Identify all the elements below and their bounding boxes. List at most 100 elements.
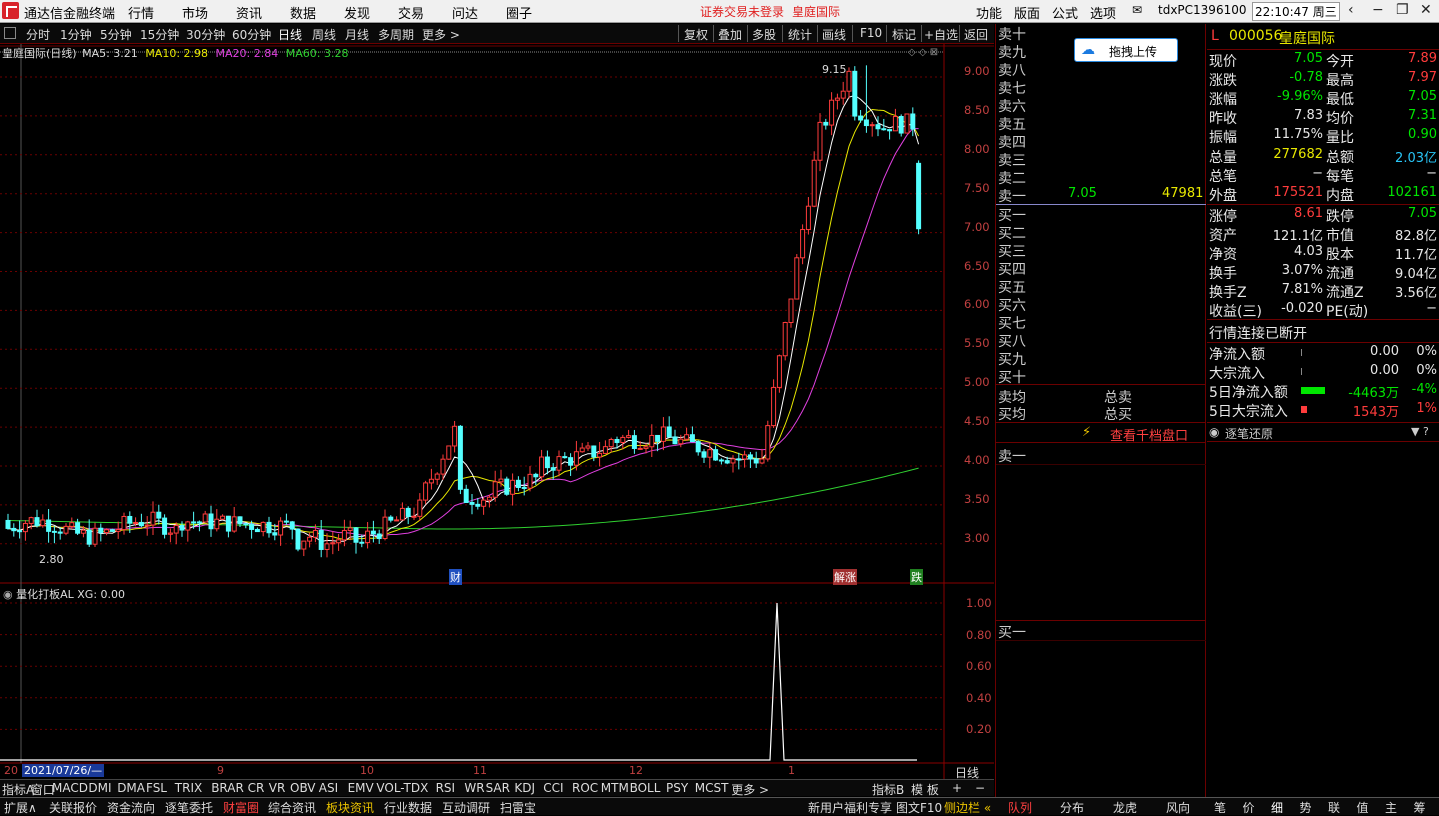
restore-icon[interactable]: ❐ bbox=[1396, 2, 1409, 18]
side-tab[interactable]: 主 bbox=[1385, 799, 1397, 816]
menu-function[interactable]: 功能 bbox=[976, 3, 1002, 22]
menu-layout[interactable]: 版面 bbox=[1014, 3, 1040, 22]
action-add-watchlist[interactable]: +自选 bbox=[924, 26, 958, 43]
status-tab[interactable]: 扫雷宝 bbox=[500, 799, 536, 816]
indicator-tab[interactable]: OBV bbox=[290, 781, 316, 795]
indicator-tab[interactable]: DMI bbox=[88, 781, 111, 795]
indicator-tab[interactable]: WR bbox=[464, 781, 484, 795]
period-30min[interactable]: 30分钟 bbox=[186, 26, 225, 43]
action-stats[interactable]: 统计 bbox=[788, 26, 812, 43]
f10-link[interactable]: 图文F10 bbox=[896, 799, 942, 816]
action-back[interactable]: 返回 bbox=[964, 26, 988, 43]
status-tab[interactable]: 扩展∧ bbox=[4, 799, 37, 816]
indicator-tab[interactable]: FSL bbox=[146, 781, 167, 795]
status-tab[interactable]: 综合资讯 bbox=[268, 799, 316, 816]
action-multi-stock[interactable]: 多股 bbox=[752, 26, 776, 43]
side-tab[interactable]: 笔 bbox=[1214, 799, 1226, 816]
status-tab[interactable]: 关联报价 bbox=[49, 799, 97, 816]
sidebar-toggle[interactable]: 侧边栏 « bbox=[944, 799, 991, 816]
indicator-tab[interactable]: TRIX bbox=[175, 781, 202, 795]
menu-ask[interactable]: 问达 bbox=[452, 3, 478, 22]
menu-market[interactable]: 市场 bbox=[182, 3, 208, 22]
side-tab[interactable]: 细 bbox=[1271, 799, 1283, 816]
indicator-tab[interactable]: CCI bbox=[543, 781, 563, 795]
mail-icon[interactable]: ✉ bbox=[1132, 3, 1142, 17]
indicator-tab[interactable]: MACD bbox=[52, 781, 88, 795]
period-multi[interactable]: 多周期 bbox=[378, 26, 414, 43]
chart-options-icon[interactable]: ◇ ◇ ⊠ bbox=[908, 47, 938, 58]
menu-options[interactable]: 选项 bbox=[1090, 3, 1116, 22]
back-icon[interactable]: ‹ bbox=[1348, 2, 1354, 18]
period-1min[interactable]: 1分钟 bbox=[60, 26, 92, 43]
menu-discover[interactable]: 发现 bbox=[344, 3, 370, 22]
period-more[interactable]: 更多 > bbox=[422, 26, 460, 43]
indicator-tab[interactable]: RSI bbox=[436, 781, 456, 795]
status-tab[interactable]: 逐笔委托 bbox=[165, 799, 213, 816]
indicator-tab[interactable]: 更多 > bbox=[731, 781, 769, 798]
event-drop-badge[interactable]: 跌 bbox=[910, 569, 923, 585]
minimize-icon[interactable]: − bbox=[1372, 2, 1384, 18]
indicator-tab[interactable]: − bbox=[975, 781, 985, 795]
indicator-tab[interactable]: 指标B bbox=[872, 781, 904, 798]
menu-quotes[interactable]: 行情 bbox=[128, 3, 154, 22]
action-adjust[interactable]: 复权 bbox=[684, 26, 708, 43]
side-tab[interactable]: 势 bbox=[1300, 799, 1312, 816]
status-tab[interactable]: 板块资讯 bbox=[326, 799, 374, 816]
kline-chart[interactable] bbox=[0, 44, 994, 779]
period-60min[interactable]: 60分钟 bbox=[232, 26, 271, 43]
indicator-tab[interactable]: 指标A bbox=[2, 781, 34, 798]
indicator-tab[interactable]: ROC bbox=[572, 781, 598, 795]
period-daily[interactable]: 日线 bbox=[278, 26, 302, 43]
indicator-tab[interactable]: ASI bbox=[319, 781, 338, 795]
tick-restore-toggle-icon[interactable]: ◉ bbox=[1209, 425, 1219, 439]
filter-icon[interactable]: ▼ ? bbox=[1411, 425, 1429, 438]
side-tab[interactable]: 联 bbox=[1328, 799, 1340, 816]
indicator-tab[interactable]: 模 板 bbox=[911, 781, 939, 798]
indicator-tab[interactable]: SAR bbox=[486, 781, 510, 795]
event-finance-badge[interactable]: 财 bbox=[449, 569, 462, 585]
status-tab[interactable]: 资金流向 bbox=[107, 799, 155, 816]
panel-tab[interactable]: 分布 bbox=[1060, 799, 1084, 816]
panel-tab[interactable]: 龙虎 bbox=[1113, 799, 1137, 816]
menu-news[interactable]: 资讯 bbox=[236, 3, 262, 22]
menu-trade[interactable]: 交易 bbox=[398, 3, 424, 22]
period-5min[interactable]: 5分钟 bbox=[100, 26, 132, 43]
period-monthly[interactable]: 月线 bbox=[345, 26, 369, 43]
period-weekly[interactable]: 周线 bbox=[312, 26, 336, 43]
status-tab[interactable]: 财富圈 bbox=[223, 799, 259, 816]
panel-toggle-icon[interactable] bbox=[4, 27, 16, 39]
menu-circle[interactable]: 圈子 bbox=[506, 3, 532, 22]
status-tab[interactable]: 行业数据 bbox=[384, 799, 432, 816]
indicator-tab[interactable]: DMA bbox=[117, 781, 145, 795]
action-overlay[interactable]: 叠加 bbox=[718, 26, 742, 43]
indicator-tab[interactable]: + bbox=[952, 781, 962, 795]
panel-tab[interactable]: 队列 bbox=[1008, 799, 1032, 816]
side-tab[interactable]: 筹 bbox=[1414, 799, 1426, 816]
indicator-tab[interactable]: CR bbox=[248, 781, 265, 795]
indicator-tab[interactable]: MTM bbox=[601, 781, 629, 795]
promo-link[interactable]: 新用户福利专享 bbox=[808, 799, 892, 816]
indicator-tab[interactable]: MCST bbox=[695, 781, 729, 795]
indicator-tab[interactable]: BOLL bbox=[630, 781, 661, 795]
user-id[interactable]: tdxPC1396100 bbox=[1158, 3, 1246, 17]
side-tab[interactable]: 价 bbox=[1243, 799, 1255, 816]
notice-stock-name[interactable]: 皇庭国际 bbox=[792, 3, 840, 20]
panel-tab[interactable]: 风向 bbox=[1166, 799, 1190, 816]
indicator-tab[interactable]: VR bbox=[269, 781, 286, 795]
indicator-tab[interactable]: KDJ bbox=[514, 781, 535, 795]
menu-formula[interactable]: 公式 bbox=[1052, 3, 1078, 22]
action-f10[interactable]: F10 bbox=[860, 26, 882, 40]
menu-data[interactable]: 数据 bbox=[290, 3, 316, 22]
period-15min[interactable]: 15分钟 bbox=[140, 26, 179, 43]
indicator-toggle-icon[interactable]: ◉ bbox=[3, 588, 13, 601]
action-draw[interactable]: 画线 bbox=[822, 26, 846, 43]
indicator-tab[interactable]: VOL-TDX bbox=[376, 781, 428, 795]
action-mark[interactable]: 标记 bbox=[892, 26, 916, 43]
close-icon[interactable]: ✕ bbox=[1420, 2, 1432, 18]
status-tab[interactable]: 互动调研 bbox=[442, 799, 490, 816]
indicator-tab[interactable]: EMV bbox=[348, 781, 374, 795]
event-unlock-badge[interactable]: 解涨 bbox=[833, 569, 857, 585]
period-tick[interactable]: 分时 bbox=[26, 26, 50, 43]
side-tab[interactable]: 值 bbox=[1357, 799, 1369, 816]
upload-button[interactable]: ☁ 拖拽上传 bbox=[1074, 38, 1178, 62]
